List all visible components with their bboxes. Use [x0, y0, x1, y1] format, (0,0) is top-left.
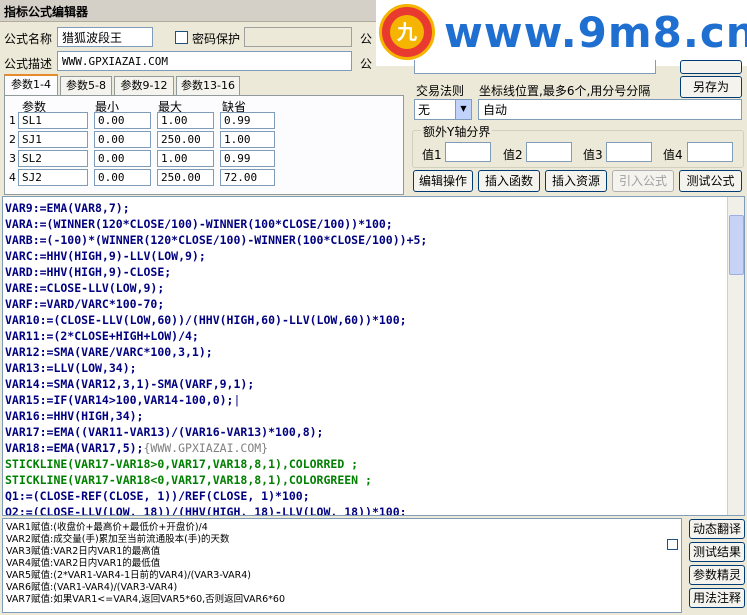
param-max-cell[interactable]: 1.00 — [157, 150, 214, 167]
code-line: VARA:=(WINNER(120*CLOSE/100)-WINNER(100*… — [5, 217, 393, 231]
code-line: VAR13:=LLV(LOW,34); — [5, 361, 137, 375]
code-line: Q2:=(CLOSE-LLV(LOW, 18))/(HHV(HIGH, 18)-… — [5, 505, 407, 516]
param-min-cell[interactable]: 0.00 — [94, 112, 151, 129]
hint-checkbox[interactable] — [667, 539, 678, 550]
code-line: STICKLINE(VAR17-VAR18<0,VAR17,VAR18,8,1)… — [5, 473, 372, 487]
dynamic-translate-button[interactable]: 动态翻译 — [689, 519, 745, 539]
code-editor[interactable]: VAR9:=EMA(VAR8,7); VARA:=(WINNER(120*CLO… — [2, 196, 745, 516]
coord-label: 坐标线位置,最多6个,用分号分隔 — [479, 84, 651, 98]
code-line: VAR15:=IF(VAR14>100,VAR14-100,0);| — [5, 393, 241, 407]
code-line: VARE:=CLOSE-LLV(LOW,9); — [5, 281, 165, 295]
param-row-number: 3 — [9, 152, 16, 165]
editor-scrollbar[interactable] — [727, 197, 744, 515]
test-result-button[interactable]: 测试结果 — [689, 542, 745, 562]
window-title: 指标公式编辑器 — [4, 5, 89, 19]
hidden-field-1[interactable] — [414, 60, 656, 74]
param-default-cell[interactable]: 0.99 — [220, 150, 275, 167]
y-value-2-label: 值2 — [503, 148, 523, 162]
insert-function-button[interactable]: 插入函数 — [478, 170, 540, 192]
formula-desc-input[interactable]: WWW.GPXIAZAI.COM — [57, 51, 352, 71]
translation-panel[interactable]: VAR1赋值:(收盘价+最高价+最低价+开盘价)/4 VAR2赋值:成交量(手)… — [2, 518, 682, 613]
y-value-4-label: 值4 — [663, 148, 683, 162]
trade-rule-label: 交易法则 — [416, 84, 465, 98]
password-input[interactable] — [244, 27, 352, 47]
coord-input[interactable]: 自动 — [478, 99, 742, 120]
code-line: VARF:=VARD/VARC*100-70; — [5, 297, 165, 311]
param-default-cell[interactable]: 72.00 — [220, 169, 275, 186]
trade-rule-select[interactable]: 无 ▼ — [414, 99, 472, 120]
hint-line: VAR2赋值:成交量(手)累加至当前流通股本(手)的天数 — [6, 534, 230, 545]
usage-notes-button[interactable]: 用法注释 — [689, 588, 745, 608]
formula-name-input[interactable]: 猎狐波段王 — [57, 27, 153, 47]
tab-params-1-4[interactable]: 参数1-4 — [4, 74, 58, 95]
param-default-cell[interactable]: 1.00 — [220, 131, 275, 148]
code-line: VAR9:=EMA(VAR8,7); — [5, 201, 130, 215]
save-as-button[interactable]: 另存为 — [680, 76, 742, 98]
code-line: Q1:=(CLOSE-REF(CLOSE, 1))/REF(CLOSE, 1)*… — [5, 489, 310, 503]
code-line: VAR18:=EMA(VAR17,5);{WWW.GPXIAZAI.COM} — [5, 441, 269, 455]
test-formula-button[interactable]: 测试公式 — [679, 170, 742, 192]
chevron-down-icon[interactable]: ▼ — [455, 100, 471, 119]
hint-line: VAR7赋值:如果VAR1<=VAR4,返回VAR5*60,否则返回VAR6*6… — [6, 594, 286, 605]
code-line: VARC:=HHV(HIGH,9)-LLV(LOW,9); — [5, 249, 206, 263]
code-line: VARB:=(-100)*(WINNER(120*CLOSE/100)-WINN… — [5, 233, 428, 247]
param-max-cell[interactable]: 250.00 — [157, 169, 214, 186]
cut-label-1: 公 — [360, 32, 373, 46]
param-row-number: 1 — [9, 114, 16, 127]
y-value-3-label: 值3 — [583, 148, 603, 162]
code-line: VAR14:=SMA(VAR12,3,1)-SMA(VARF,9,1); — [5, 377, 255, 391]
code-comment: {WWW.GPXIAZAI.COM} — [143, 441, 269, 455]
y-axis-group-title: 额外Y轴分界 — [421, 123, 493, 140]
hint-line: VAR1赋值:(收盘价+最高价+最低价+开盘价)/4 — [6, 522, 208, 533]
tab-params-13-16[interactable]: 参数13-16 — [176, 76, 240, 95]
watermark-text: www.9m8.cn — [444, 8, 747, 57]
code-line: VAR12:=SMA(VARE/VARC*100,3,1); — [5, 345, 213, 359]
code-line: VAR11:=(2*CLOSE+HIGH+LOW)/4; — [5, 329, 199, 343]
param-wizard-button[interactable]: 参数精灵 — [689, 565, 745, 585]
hint-line: VAR5赋值:(2*VAR1-VAR4-1日前的VAR4)/(VAR3-VAR4… — [6, 570, 251, 581]
code-line: VAR17:=EMA((VAR11-VAR13)/(VAR16-VAR13)*1… — [5, 425, 324, 439]
param-row-number: 2 — [9, 133, 16, 146]
editor-scroll-thumb[interactable] — [729, 215, 744, 275]
code-line: VAR10:=(CLOSE-LLV(LOW,60))/(HHV(HIGH,60)… — [5, 313, 407, 327]
param-name-cell[interactable]: SL1 — [18, 112, 88, 129]
watermark: 九 www.9m8.cn — [376, 0, 747, 66]
param-max-cell[interactable]: 1.00 — [157, 112, 214, 129]
hidden-button[interactable] — [680, 60, 742, 74]
y-value-4-input[interactable] — [687, 142, 733, 162]
watermark-logo: 九 — [379, 4, 435, 60]
param-name-cell[interactable]: SJ2 — [18, 169, 88, 186]
param-min-cell[interactable]: 0.00 — [94, 169, 151, 186]
code-line: VAR16:=HHV(HIGH,34); — [5, 409, 144, 423]
param-name-cell[interactable]: SJ1 — [18, 131, 88, 148]
param-row-number: 4 — [9, 171, 16, 184]
param-name-cell[interactable]: SL2 — [18, 150, 88, 167]
param-max-cell[interactable]: 250.00 — [157, 131, 214, 148]
insert-resource-button[interactable]: 插入资源 — [545, 170, 607, 192]
edit-ops-button[interactable]: 编辑操作 — [413, 170, 473, 192]
y-value-3-input[interactable] — [606, 142, 652, 162]
hint-line: VAR6赋值:(VAR1-VAR4)/(VAR3-VAR4) — [6, 582, 178, 593]
watermark-logo-char: 九 — [390, 15, 424, 49]
hint-line: VAR3赋值:VAR2日内VAR1的最高值 — [6, 546, 161, 557]
code-line: VARD:=HHV(HIGH,9)-CLOSE; — [5, 265, 172, 279]
formula-name-label: 公式名称 — [4, 32, 53, 46]
param-min-cell[interactable]: 0.00 — [94, 150, 151, 167]
tab-params-9-12[interactable]: 参数9-12 — [114, 76, 174, 95]
hint-line: VAR4赋值:VAR2日内VAR1的最低值 — [6, 558, 161, 569]
import-formula-button[interactable]: 引入公式 — [612, 170, 674, 192]
param-default-cell[interactable]: 0.99 — [220, 112, 275, 129]
password-label: 密码保护 — [192, 32, 241, 46]
cut-label-2: 公 — [360, 57, 373, 71]
param-min-cell[interactable]: 0.00 — [94, 131, 151, 148]
tab-params-5-8[interactable]: 参数5-8 — [60, 76, 112, 95]
y-value-1-label: 值1 — [422, 148, 442, 162]
password-checkbox[interactable] — [175, 31, 188, 44]
y-value-1-input[interactable] — [445, 142, 491, 162]
trade-rule-value: 无 — [418, 103, 431, 117]
code-line: STICKLINE(VAR17-VAR18>0,VAR17,VAR18,8,1)… — [5, 457, 359, 471]
formula-desc-label: 公式描述 — [4, 57, 53, 71]
y-value-2-input[interactable] — [526, 142, 572, 162]
